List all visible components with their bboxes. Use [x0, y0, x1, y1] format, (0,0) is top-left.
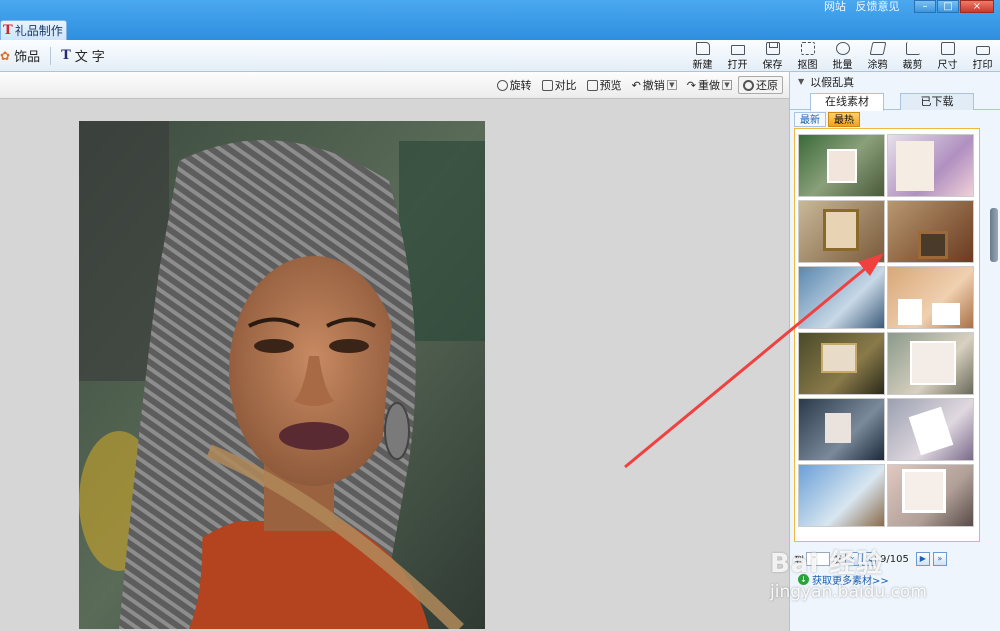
canvas-workspace: 旋转 对比 预览 ↶ 撤销 ▼ ↷ 重做 ▼ 还原 — [0, 72, 789, 631]
folder-open-icon — [730, 45, 745, 55]
restore-button[interactable]: 还原 — [738, 76, 783, 94]
cutout-button[interactable]: 抠图 — [790, 42, 825, 71]
doodle-button[interactable]: 涂鸦 — [860, 42, 895, 71]
minimize-button[interactable]: – — [914, 0, 936, 13]
panel-header[interactable]: ▼ 以假乱真 — [790, 72, 1000, 91]
print-label: 打印 — [972, 60, 993, 71]
tab-title: 礼品制作 — [14, 24, 63, 38]
chevron-down-icon[interactable]: ▼ — [722, 80, 732, 90]
rotate-button[interactable]: 旋转 — [493, 76, 536, 94]
undo-icon: ↶ — [631, 78, 641, 92]
preview-icon — [586, 79, 598, 91]
cutout-label: 抠图 — [797, 60, 818, 71]
sort-tabs: 最新 最热 — [794, 112, 862, 127]
print-button[interactable]: 打印 — [965, 42, 1000, 71]
canvas-photo[interactable] — [79, 121, 485, 629]
list-item[interactable] — [798, 398, 885, 461]
toolbar-divider — [50, 46, 52, 65]
resize-icon — [940, 42, 955, 55]
rotate-label: 旋转 — [509, 79, 532, 92]
preview-button[interactable]: 预览 — [583, 76, 626, 94]
panel-header-label: 以假乱真 — [810, 75, 855, 89]
printer-icon — [975, 46, 990, 55]
list-item[interactable] — [887, 200, 974, 263]
rotate-icon — [496, 79, 508, 91]
undo-button[interactable]: ↶ 撤销 ▼ — [628, 76, 681, 94]
new-button[interactable]: 新建 — [685, 42, 720, 71]
gift-logo-icon: T — [3, 23, 13, 38]
text-button[interactable]: 文字 — [75, 46, 109, 65]
new-label: 新建 — [692, 60, 713, 71]
list-item[interactable] — [798, 464, 885, 527]
crop-label: 裁剪 — [902, 60, 923, 71]
crop-icon — [905, 42, 920, 55]
compare-button[interactable]: 对比 — [538, 76, 581, 94]
chevron-down-icon[interactable]: ▼ — [666, 80, 677, 90]
restore-label: 还原 — [756, 79, 778, 92]
ornament-button[interactable]: 饰品 — [14, 46, 40, 65]
edit-tools: 旋转 对比 预览 ↶ 撤销 ▼ ↷ 重做 ▼ 还原 — [491, 76, 783, 94]
redo-button[interactable]: ↷ 重做 ▼ — [683, 76, 736, 94]
list-item[interactable] — [798, 266, 885, 329]
open-label: 打开 — [727, 60, 748, 71]
maximize-button[interactable]: □ — [937, 0, 959, 13]
batch-label: 批量 — [832, 60, 853, 71]
doodle-icon — [869, 42, 886, 55]
preview-label: 预览 — [599, 79, 622, 92]
save-button[interactable]: 保存 — [755, 42, 790, 71]
top-links: 网站 反馈意见 — [824, 0, 906, 13]
doodle-label: 涂鸦 — [867, 60, 888, 71]
save-disk-icon — [765, 42, 780, 55]
toolbar-tools: 新建 打开 保存 抠图 批量 涂鸦 裁剪 尺寸 打印 — [685, 42, 1000, 71]
resize-button[interactable]: 尺寸 — [930, 42, 965, 71]
website-link[interactable]: 网站 — [824, 0, 846, 13]
baidu-watermark: Bai 经验 — [770, 549, 884, 579]
list-item[interactable] — [887, 266, 974, 329]
page-indicator: 9/105 — [880, 553, 909, 565]
portrait-image — [79, 121, 485, 629]
crop-button[interactable]: 裁剪 — [895, 42, 930, 71]
list-item[interactable] — [887, 134, 974, 197]
tab-downloaded[interactable]: 已下载 — [900, 93, 974, 110]
batch-gear-icon — [835, 42, 850, 55]
list-item[interactable] — [887, 332, 974, 395]
flower-icon: ✿ — [0, 48, 11, 63]
list-item[interactable] — [887, 398, 974, 461]
tab-gift-making[interactable]: T 礼品制作 — [0, 20, 67, 40]
tab-online-material[interactable]: 在线素材 — [810, 93, 884, 111]
scrollbar-handle[interactable] — [990, 208, 998, 262]
restore-icon — [743, 79, 754, 91]
batch-button[interactable]: 批量 — [825, 42, 860, 71]
list-item[interactable] — [798, 332, 885, 395]
baidu-watermark-url: jingyan.baidu.com — [770, 582, 927, 602]
redo-icon: ↷ — [686, 78, 696, 92]
resize-label: 尺寸 — [937, 60, 958, 71]
toolbar-left: ✿ 饰品 T 文字 — [0, 46, 109, 65]
list-item[interactable] — [798, 200, 885, 263]
text-T-icon: T — [61, 48, 71, 63]
tab-newest[interactable]: 最新 — [794, 112, 826, 127]
compare-label: 对比 — [554, 79, 577, 92]
collapse-triangle-icon: ▼ — [798, 77, 805, 86]
close-button[interactable]: × — [960, 0, 994, 13]
undo-label: 撤销 — [642, 79, 665, 92]
cutout-icon — [800, 42, 815, 55]
feedback-link[interactable]: 反馈意见 — [856, 0, 900, 13]
edit-bar: 旋转 对比 预览 ↶ 撤销 ▼ ↷ 重做 ▼ 还原 — [0, 72, 789, 99]
panel-tabs: 在线素材 已下载 — [790, 93, 1000, 111]
save-label: 保存 — [762, 60, 783, 71]
open-button[interactable]: 打开 — [720, 42, 755, 71]
next-page-button[interactable]: ▶ — [915, 552, 930, 566]
last-page-button[interactable]: » — [932, 552, 947, 566]
title-bar: T 礼品制作 网站 反馈意见 – □ × — [0, 0, 1000, 40]
redo-label: 重做 — [698, 79, 720, 92]
new-file-icon — [695, 42, 710, 55]
tab-hottest[interactable]: 最热 — [828, 112, 860, 127]
list-item[interactable] — [798, 134, 885, 197]
list-item[interactable] — [887, 464, 974, 527]
compare-icon — [541, 79, 553, 91]
material-grid — [794, 128, 980, 542]
main-toolbar: ✿ 饰品 T 文字 新建 打开 保存 抠图 批量 涂鸦 裁剪 尺寸 打印 — [0, 40, 1000, 72]
